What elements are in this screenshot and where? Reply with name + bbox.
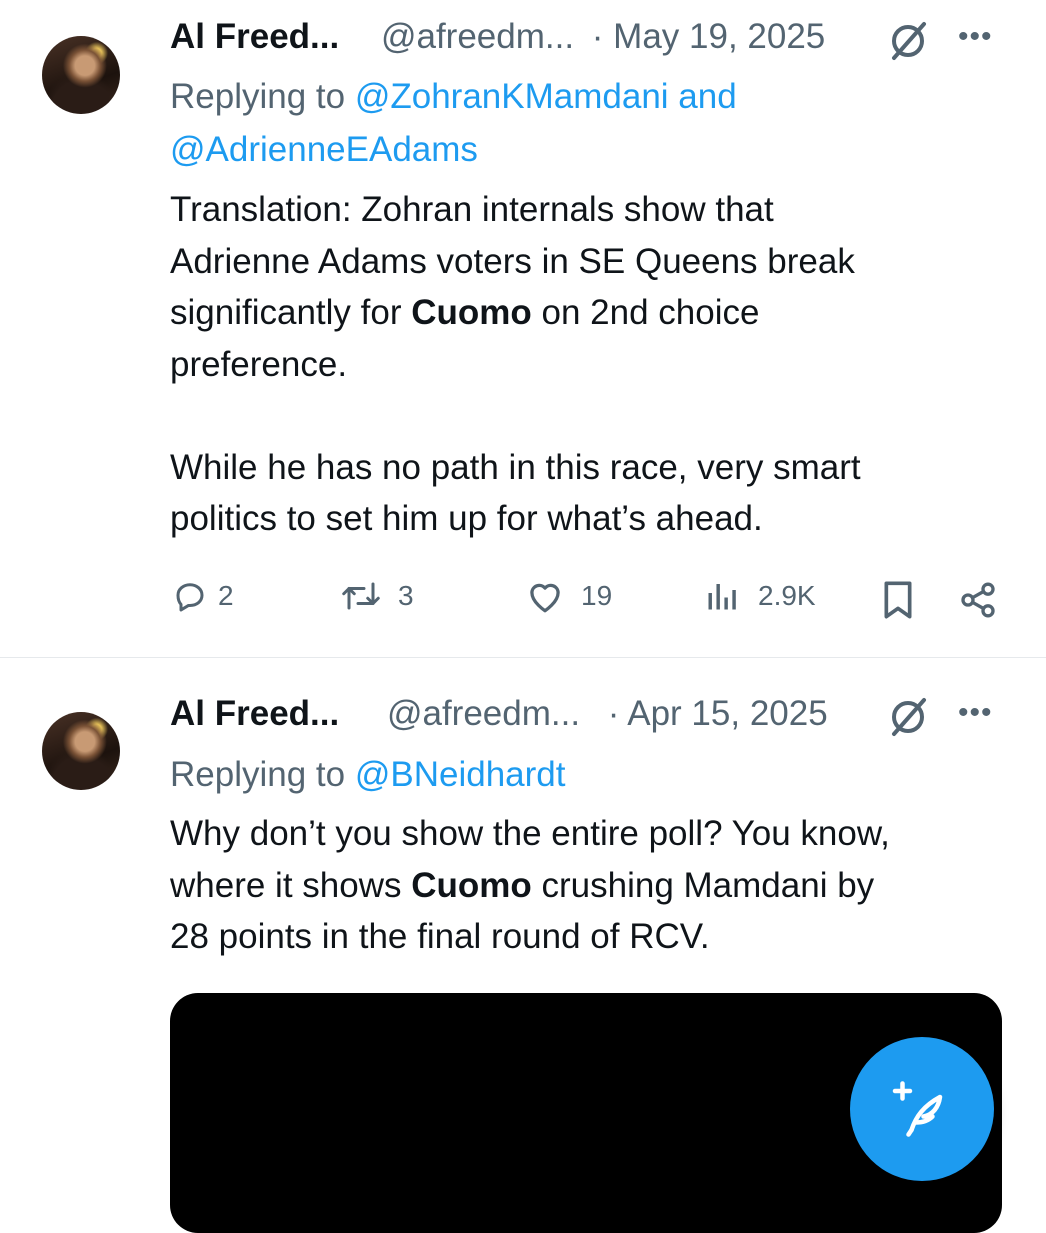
avatar[interactable] [42,712,120,790]
tweet-text-line: preference. [170,344,348,384]
repost-icon [342,582,380,610]
tweet-text-line: Translation: Zohran internals show that [170,190,774,229]
like-count: 19 [581,580,613,611]
reply-icon [176,583,204,612]
like-icon [530,583,560,613]
tweet-header: Al Freed... @afreedm... · May 19, 2025 [170,16,825,58]
text-span: significantly for [170,293,402,332]
verified-slash-icon [892,698,926,736]
bookmark-button[interactable] [880,580,916,620]
bold-text: Cuomo [411,293,532,332]
tweet-text-line: 28 points in the final round of RCV. [170,917,710,956]
mention-link[interactable]: @ZohranKMamdani [355,77,669,116]
tweet-text-line: Adrienne Adams voters in SE Queens break [170,241,855,281]
display-name[interactable]: Al Freed... [170,694,339,733]
tweet-text: Translation: Zohran internals show that … [170,184,1000,545]
like-button[interactable]: 19 [525,578,612,614]
handle[interactable]: @afreedm... [387,694,580,733]
replying-prefix: Replying to [170,755,346,794]
view-count: 2.9K [758,580,816,611]
tweet-text-line: significantly for Cuomo on 2nd choice [170,287,1000,339]
bold-text: Cuomo [411,865,532,905]
replying-to: Replying to @BNeidhardt [170,754,565,796]
tweet-text-line: While he has no path in this race, very … [170,447,861,487]
more-icon[interactable]: ••• [958,20,993,54]
reply-count: 2 [218,580,234,611]
tweet-text-line: Why don’t you show the entire poll? You … [170,814,890,853]
tweet-header: Al Freed... @afreedm... · Apr 15, 2025 [170,693,828,735]
action-bar: 2 3 19 2.9K [0,578,1046,628]
text-span: where it shows [170,865,402,905]
replying-to-cont: @AdrienneEAdams [170,129,478,171]
replying-to: Replying to @ZohranKMamdani and [170,76,737,118]
replying-and: and [678,77,737,116]
bookmark-icon [884,581,912,619]
verified-slash-icon [892,22,926,60]
display-name[interactable]: Al Freed... [170,17,339,56]
text-span: on 2nd choice [541,293,760,332]
tweet-text-line: politics to set him up for what’s ahead. [170,499,763,538]
views-icon [708,584,736,610]
handle[interactable]: @afreedm... [381,17,574,56]
mention-link[interactable]: @BNeidhardt [355,755,566,794]
tweet-text-line: where it shows Cuomo crushing Mamdani by [170,860,1000,912]
repost-button[interactable]: 3 [340,578,414,614]
views-button[interactable]: 2.9K [704,578,816,614]
compose-icon [892,1081,943,1137]
tweet-divider [0,657,1046,658]
share-icon [961,582,995,618]
avatar[interactable] [42,36,120,114]
replying-prefix: Replying to [170,77,346,116]
repost-count: 3 [398,580,414,611]
share-button[interactable] [958,580,998,620]
timestamp[interactable]: · Apr 15, 2025 [608,694,828,733]
compose-button[interactable] [850,1037,994,1181]
mention-link[interactable]: @AdrienneEAdams [170,130,478,169]
tweet-text: Why don’t you show the entire poll? You … [170,808,1000,963]
more-icon[interactable]: ••• [958,696,993,730]
reply-button[interactable]: 2 [172,578,234,614]
timestamp[interactable]: · May 19, 2025 [592,17,825,56]
text-span: crushing Mamdani by [541,865,875,905]
